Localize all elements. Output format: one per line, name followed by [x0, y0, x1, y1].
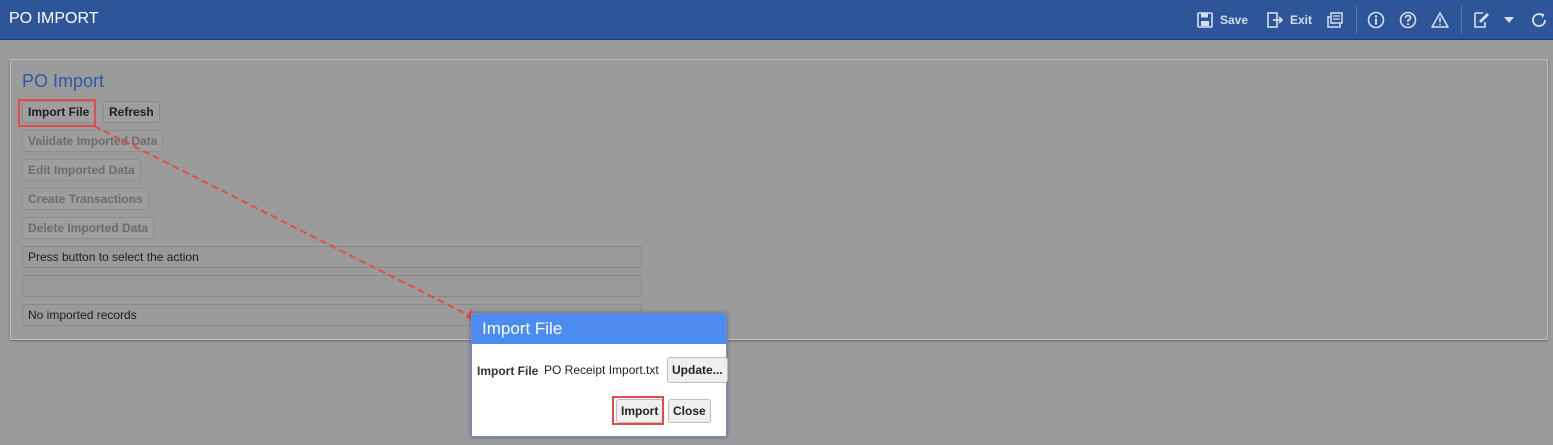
status-message: Press button to select the action	[22, 246, 642, 268]
exit-icon	[1265, 10, 1285, 30]
toolbar-separator	[1356, 6, 1357, 34]
close-button[interactable]: Close	[668, 399, 711, 423]
create-transactions-button[interactable]: Create Transactions	[22, 188, 149, 210]
page-title: PO Import	[22, 71, 105, 91]
print-button[interactable]	[1325, 10, 1345, 30]
file-name: PO Receipt Import.txt	[544, 363, 659, 377]
import-button-highlight	[612, 396, 664, 425]
save-button[interactable]: Save	[1195, 10, 1248, 30]
delete-imported-data-button[interactable]: Delete Imported Data	[22, 217, 155, 239]
update-button[interactable]: Update...	[667, 357, 728, 383]
dialog-title: Import File	[472, 314, 726, 344]
chevron-down-icon	[1499, 10, 1519, 30]
options-dropdown[interactable]	[1499, 10, 1519, 30]
exit-button[interactable]: Exit	[1265, 10, 1312, 30]
edit-icon	[1472, 10, 1492, 30]
warning-button[interactable]	[1430, 10, 1450, 30]
po-import-panel: PO Import Import File Refresh Validate I…	[10, 59, 1548, 340]
import-file-dialog: Import File Import File PO Receipt Impor…	[471, 313, 728, 437]
refresh-button[interactable]: Refresh	[103, 101, 160, 123]
exit-label: Exit	[1290, 13, 1313, 27]
help-icon	[1398, 10, 1418, 30]
info-icon	[1366, 10, 1386, 30]
progress-field	[22, 275, 642, 297]
save-label: Save	[1220, 13, 1249, 27]
warning-icon	[1430, 10, 1450, 30]
refresh-page-button[interactable]	[1529, 10, 1549, 30]
edit-imported-data-button[interactable]: Edit Imported Data	[22, 159, 141, 181]
toolbar-separator	[1461, 6, 1462, 34]
app-header: PO IMPORT Save Exit	[0, 0, 1553, 40]
save-icon	[1195, 10, 1215, 30]
refresh-icon	[1529, 10, 1549, 30]
app-title: PO IMPORT	[9, 10, 99, 27]
import-file-highlight	[18, 99, 96, 127]
import-file-label: Import File	[477, 364, 539, 378]
validate-imported-data-button[interactable]: Validate Imported Data	[22, 130, 164, 152]
print-icon	[1325, 10, 1345, 30]
edit-button[interactable]	[1472, 10, 1492, 30]
help-button[interactable]	[1398, 10, 1418, 30]
info-button[interactable]	[1366, 10, 1386, 30]
